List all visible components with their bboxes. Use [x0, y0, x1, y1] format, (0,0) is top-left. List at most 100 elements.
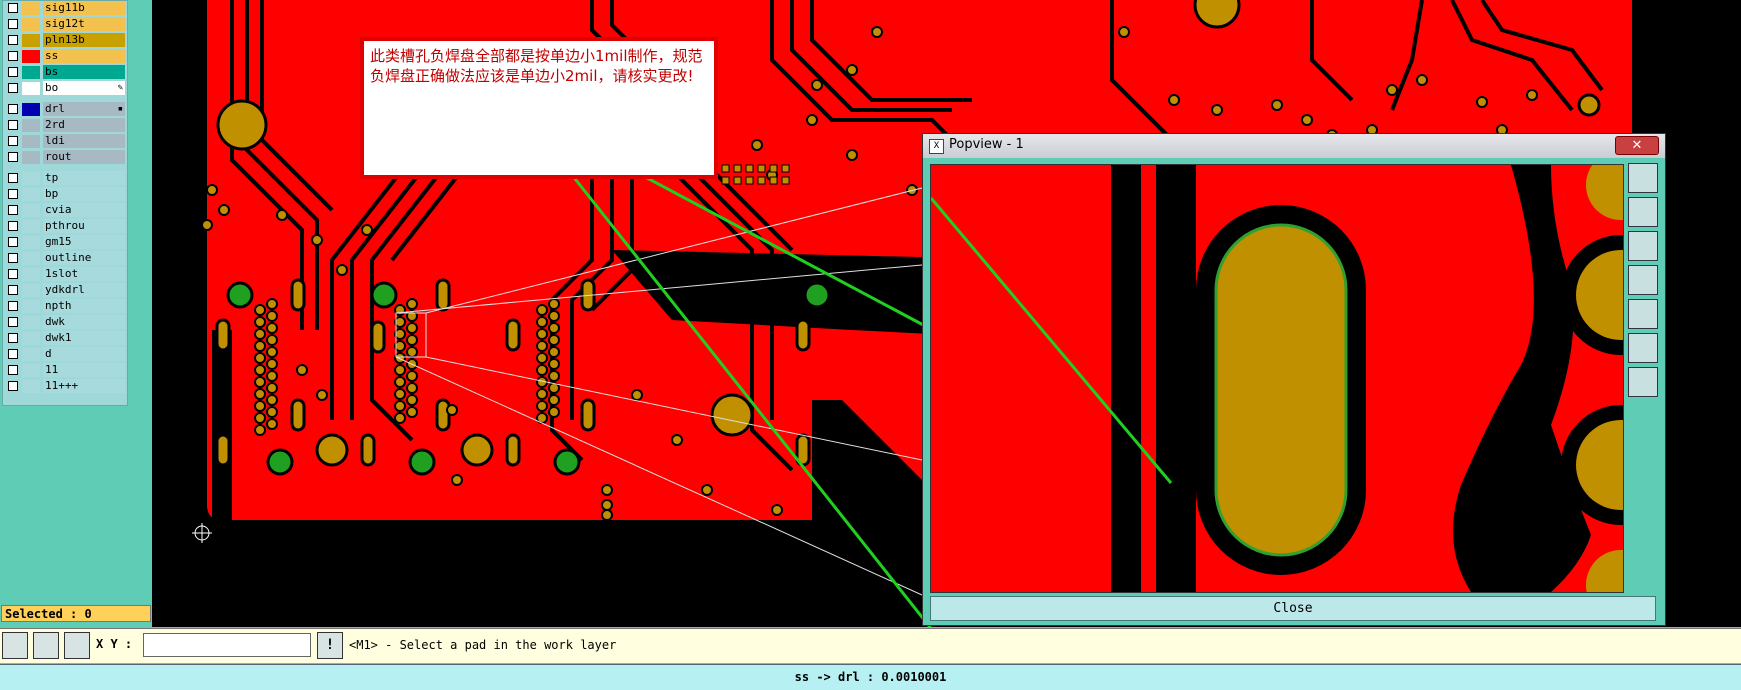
layer-checkbox[interactable] — [8, 349, 18, 359]
layer-name[interactable]: bs — [43, 65, 125, 79]
pan-up-icon[interactable] — [1628, 197, 1658, 227]
layer-name[interactable]: dwk — [43, 315, 125, 329]
layer-row-bs[interactable]: bs — [5, 65, 125, 79]
measure-tool-icon[interactable] — [33, 632, 59, 659]
layer-row-sig12t[interactable]: sig12t — [5, 17, 125, 31]
layer-checkbox[interactable] — [8, 51, 18, 61]
layer-checkbox[interactable] — [8, 253, 18, 263]
layer-name[interactable]: 11 — [43, 363, 125, 377]
layer-name[interactable]: 2rd — [43, 118, 125, 132]
popview-window[interactable]: X Popview - 1 ✕ Close — [922, 133, 1666, 626]
layer-row-npth[interactable]: npth — [5, 299, 125, 313]
layer-color-swatch[interactable] — [22, 364, 40, 377]
layer-color-swatch[interactable] — [22, 284, 40, 297]
layer-color-swatch[interactable] — [22, 236, 40, 249]
layer-checkbox[interactable] — [8, 189, 18, 199]
layer-name[interactable]: bp — [43, 187, 125, 201]
layer-checkbox[interactable] — [8, 120, 18, 130]
layer-row-rout[interactable]: rout — [5, 150, 125, 164]
layer-name[interactable]: outline — [43, 251, 125, 265]
layer-color-swatch[interactable] — [22, 220, 40, 233]
layer-checkbox[interactable] — [8, 381, 18, 391]
pan-right-icon[interactable] — [1628, 299, 1658, 329]
layer-name[interactable]: gm15 — [43, 235, 125, 249]
layer-name[interactable]: 1slot — [43, 267, 125, 281]
layer-color-swatch[interactable] — [22, 135, 40, 148]
layer-row-cvia[interactable]: cvia — [5, 203, 125, 217]
layer-color-swatch[interactable] — [22, 34, 40, 47]
popview-zoom-view[interactable] — [930, 164, 1624, 593]
alert-button[interactable]: ! — [317, 632, 343, 659]
layer-color-swatch[interactable] — [22, 18, 40, 31]
layer-row-ldi[interactable]: ldi — [5, 134, 125, 148]
layer-checkbox[interactable] — [8, 285, 18, 295]
fit-view-icon[interactable] — [1628, 333, 1658, 363]
layer-name[interactable]: ydkdrl — [43, 283, 125, 297]
layer-color-swatch[interactable] — [22, 50, 40, 63]
layer-checkbox[interactable] — [8, 221, 18, 231]
layer-name[interactable]: pthrou — [43, 219, 125, 233]
layer-checkbox[interactable] — [8, 104, 18, 114]
layer-row-2rd[interactable]: 2rd — [5, 118, 125, 132]
close-button[interactable]: Close — [930, 596, 1656, 621]
layer-row-1slot[interactable]: 1slot — [5, 267, 125, 281]
layer-row-11[interactable]: 11 — [5, 363, 125, 377]
layer-row-gm15[interactable]: gm15 — [5, 235, 125, 249]
layer-color-swatch[interactable] — [22, 188, 40, 201]
layer-name[interactable]: dwk1 — [43, 331, 125, 345]
layer-color-swatch[interactable] — [22, 82, 40, 95]
layer-checkbox[interactable] — [8, 333, 18, 343]
layer-color-swatch[interactable] — [22, 316, 40, 329]
layer-row-pthrou[interactable]: pthrou — [5, 219, 125, 233]
layer-name[interactable]: rout — [43, 150, 125, 164]
layer-row-d[interactable]: d — [5, 347, 125, 361]
layer-name[interactable]: pln13b — [43, 33, 125, 47]
layer-color-swatch[interactable] — [22, 119, 40, 132]
xy-input[interactable] — [143, 633, 311, 657]
layer-name[interactable]: tp — [43, 171, 125, 185]
layer-row-drl[interactable]: drl ▪ — [5, 102, 125, 116]
layer-checkbox[interactable] — [8, 83, 18, 93]
layer-color-swatch[interactable] — [22, 151, 40, 164]
layer-row-pln13b[interactable]: pln13b — [5, 33, 125, 47]
layer-checkbox[interactable] — [8, 136, 18, 146]
layer-color-swatch[interactable] — [22, 380, 40, 393]
layer-color-swatch[interactable] — [22, 300, 40, 313]
layer-checkbox[interactable] — [8, 269, 18, 279]
layer-row-tp[interactable]: tp — [5, 171, 125, 185]
layer-name[interactable]: 11+++ — [43, 379, 125, 393]
layer-checkbox[interactable] — [8, 3, 18, 13]
layer-row-bo[interactable]: bo ✎ — [5, 81, 125, 95]
layer-checkbox[interactable] — [8, 237, 18, 247]
layer-checkbox[interactable] — [8, 19, 18, 29]
layer-checkbox[interactable] — [8, 35, 18, 45]
layer-color-swatch[interactable] — [22, 204, 40, 217]
layer-checkbox[interactable] — [8, 365, 18, 375]
layer-color-swatch[interactable] — [22, 172, 40, 185]
expand-view-icon[interactable] — [1628, 367, 1658, 397]
layer-row-11+++[interactable]: 11+++ — [5, 379, 125, 393]
layer-checkbox[interactable] — [8, 205, 18, 215]
layer-row-sig11b[interactable]: sig11b — [5, 1, 125, 15]
layer-name[interactable]: drl ▪ — [43, 102, 125, 116]
layer-checkbox[interactable] — [8, 67, 18, 77]
layer-color-swatch[interactable] — [22, 348, 40, 361]
layer-row-bp[interactable]: bp — [5, 187, 125, 201]
layer-color-swatch[interactable] — [22, 332, 40, 345]
layer-name[interactable]: ldi — [43, 134, 125, 148]
select-tool-icon[interactable] — [2, 632, 28, 659]
layer-row-ss[interactable]: ss — [5, 49, 125, 63]
zoom-in-icon[interactable] — [1628, 163, 1658, 193]
layer-name[interactable]: sig11b — [43, 1, 125, 15]
layer-checkbox[interactable] — [8, 317, 18, 327]
layer-name[interactable]: d — [43, 347, 125, 361]
layer-color-swatch[interactable] — [22, 66, 40, 79]
layer-color-swatch[interactable] — [22, 252, 40, 265]
layer-row-dwk[interactable]: dwk — [5, 315, 125, 329]
layer-checkbox[interactable] — [8, 152, 18, 162]
pan-left-icon[interactable] — [1628, 265, 1658, 295]
layer-name[interactable]: cvia — [43, 203, 125, 217]
popview-titlebar[interactable]: X Popview - 1 ✕ — [923, 134, 1665, 158]
layer-color-swatch[interactable] — [22, 2, 40, 15]
layer-row-outline[interactable]: outline — [5, 251, 125, 265]
